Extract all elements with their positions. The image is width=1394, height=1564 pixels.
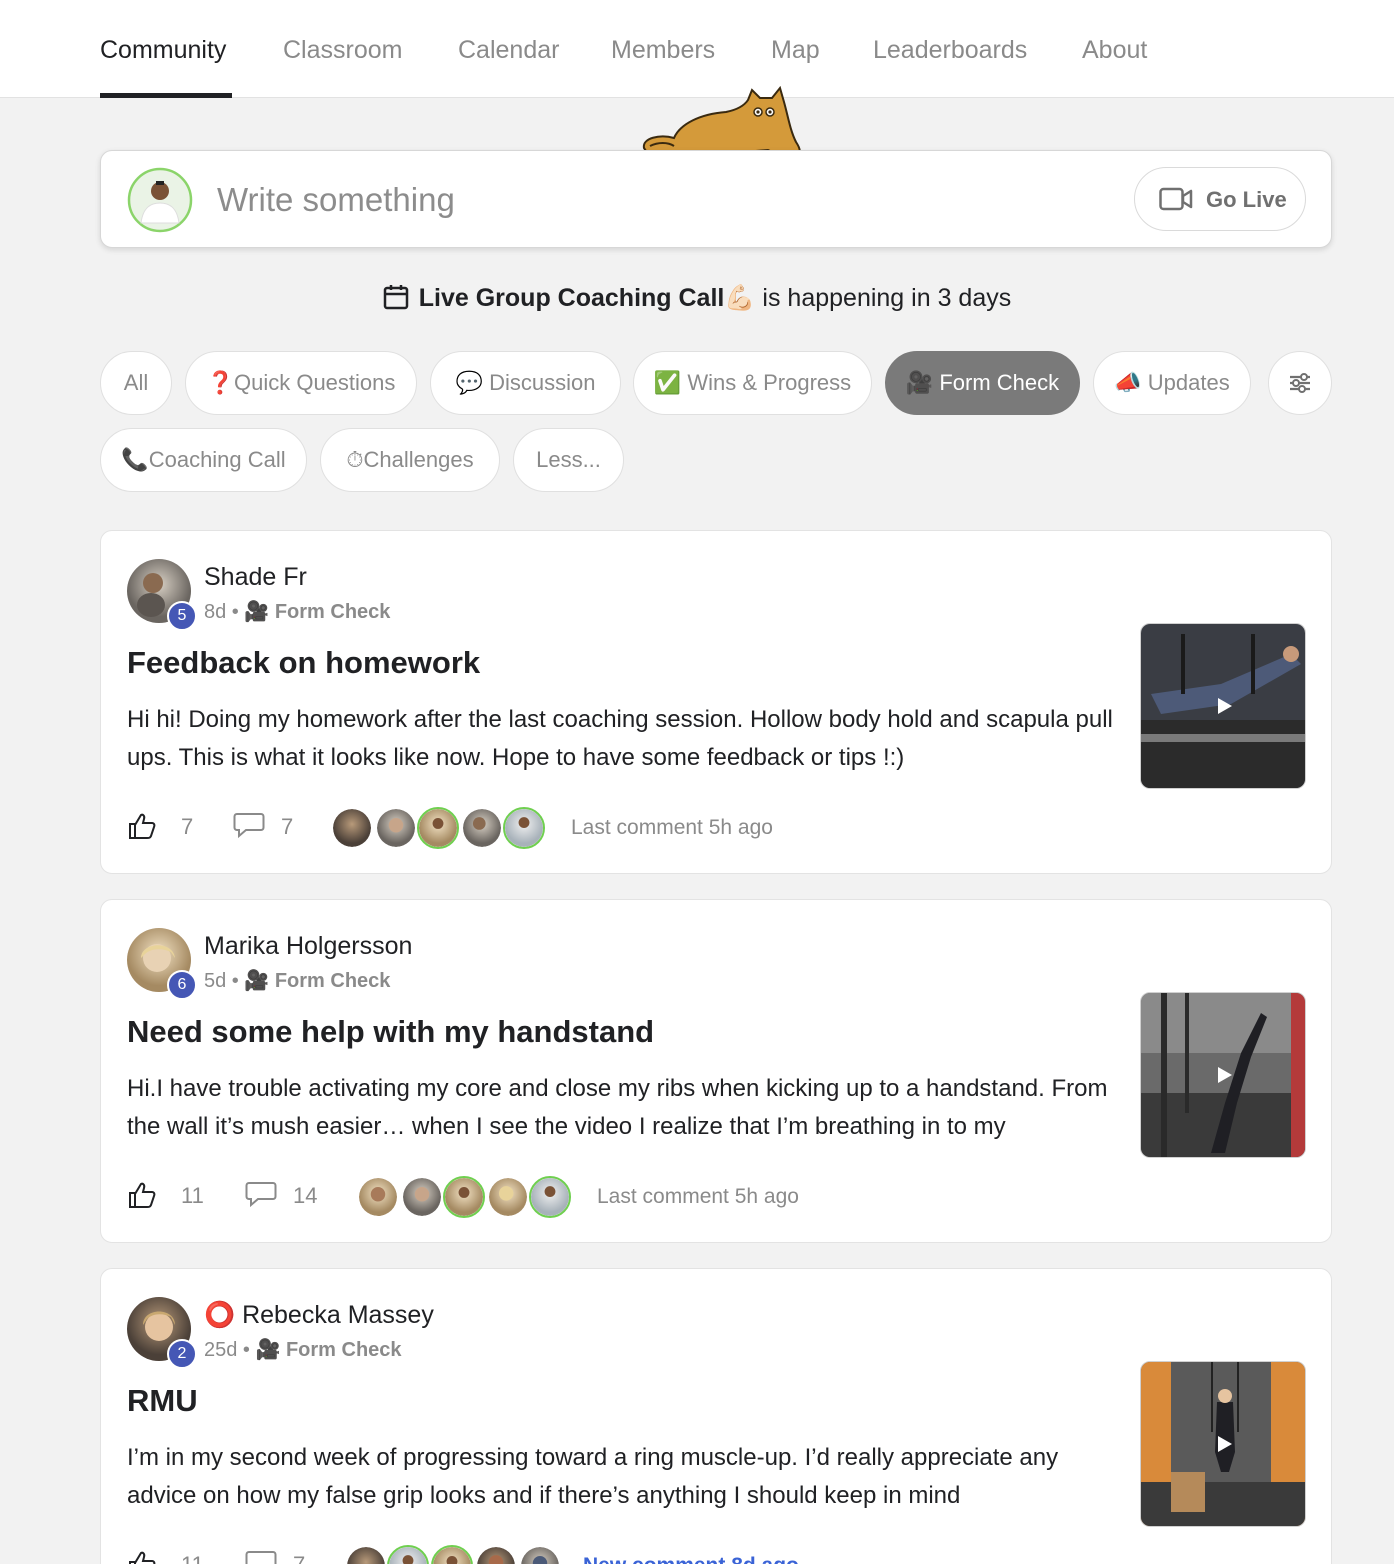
commenter-avatar[interactable] xyxy=(401,1176,443,1218)
video-thumbnail[interactable] xyxy=(1140,992,1306,1158)
post-meta: 5d • 🎥 Form Check xyxy=(204,970,391,992)
commenter-avatar[interactable] xyxy=(461,807,503,849)
like-icon[interactable] xyxy=(127,811,157,841)
tab-calendar[interactable]: Calendar xyxy=(458,36,559,65)
video-thumbnail[interactable] xyxy=(1140,623,1306,789)
last-comment-time: Last comment 5h ago xyxy=(597,1185,799,1208)
commenter-avatar[interactable] xyxy=(357,1176,399,1218)
filter-all[interactable]: All xyxy=(100,351,172,415)
video-thumbnail[interactable] xyxy=(1140,1361,1306,1527)
comment-icon[interactable] xyxy=(233,811,265,839)
go-live-button[interactable]: Go Live xyxy=(1134,167,1306,231)
video-camera-icon xyxy=(1159,187,1193,211)
filter-coaching-call[interactable]: 📞Coaching Call xyxy=(100,428,307,492)
comment-icon[interactable] xyxy=(245,1180,277,1208)
level-badge: 2 xyxy=(167,1339,197,1369)
post-category[interactable]: 🎥 Form Check xyxy=(244,970,390,992)
comment-count: 7 xyxy=(293,1552,305,1564)
comment-icon[interactable] xyxy=(245,1549,277,1564)
filter-challenges[interactable]: ⏱Challenges xyxy=(320,428,500,492)
post-card[interactable]: 2 ⭕ Rebecka Massey 25d • 🎥 Form Check RM… xyxy=(100,1268,1332,1564)
like-count: 11 xyxy=(181,1552,204,1564)
post-category[interactable]: 🎥 Form Check xyxy=(256,1339,402,1361)
filter-quick-questions[interactable]: ❓Quick Questions xyxy=(185,351,417,415)
sliders-icon xyxy=(1290,373,1310,393)
commenter-avatar[interactable] xyxy=(345,1545,387,1564)
author-name[interactable]: ⭕ Rebecka Massey xyxy=(204,1301,434,1330)
filter-updates[interactable]: 📣 Updates xyxy=(1093,351,1251,415)
post-composer[interactable]: Write something Go Live xyxy=(100,150,1332,248)
filter-less[interactable]: Less... xyxy=(513,428,624,492)
filter-wins-progress[interactable]: ✅ Wins & Progress xyxy=(633,351,872,415)
post-card[interactable]: 5 Shade Fr 8d • 🎥 Form Check Feedback on… xyxy=(100,530,1332,874)
post-body: Hi.I have trouble activating my core and… xyxy=(127,1075,1108,1140)
commenter-avatar[interactable] xyxy=(443,1176,485,1218)
event-countdown: is happening in 3 days xyxy=(755,284,1012,312)
author-name[interactable]: Shade Fr xyxy=(204,563,307,592)
like-icon[interactable] xyxy=(127,1549,157,1564)
play-icon xyxy=(1218,1067,1232,1083)
post-body: Hi hi! Doing my homework after the last … xyxy=(127,706,1113,771)
user-avatar xyxy=(127,167,193,233)
post-meta: 8d • 🎥 Form Check xyxy=(204,601,391,623)
filter-form-check[interactable]: 🎥 Form Check xyxy=(885,351,1080,415)
post-category[interactable]: 🎥 Form Check xyxy=(244,601,390,623)
post-body: I’m in my second week of progressing tow… xyxy=(127,1444,1059,1509)
post-time: 8d xyxy=(204,601,227,623)
comment-count: 14 xyxy=(293,1183,318,1208)
tab-map[interactable]: Map xyxy=(771,36,820,65)
post-time: 25d xyxy=(204,1339,238,1361)
commenter-avatar[interactable] xyxy=(529,1176,571,1218)
tab-community[interactable]: Community xyxy=(100,36,226,65)
post-title[interactable]: Feedback on homework xyxy=(127,645,480,681)
commenter-avatar[interactable] xyxy=(519,1545,561,1564)
post-title[interactable]: Need some help with my handstand xyxy=(127,1014,654,1050)
like-count: 11 xyxy=(181,1183,204,1208)
event-name[interactable]: Live Group Coaching Call💪🏻 xyxy=(419,284,756,312)
commenter-avatar[interactable] xyxy=(503,807,545,849)
like-count: 7 xyxy=(181,814,194,839)
write-something-input[interactable]: Write something xyxy=(217,181,455,219)
play-icon xyxy=(1218,698,1232,714)
tab-about[interactable]: About xyxy=(1082,36,1147,65)
top-nav: Community Classroom Calendar Members Map… xyxy=(0,0,1394,98)
post-title[interactable]: RMU xyxy=(127,1383,198,1419)
level-badge: 5 xyxy=(167,601,197,631)
post-meta: 25d • 🎥 Form Check xyxy=(204,1339,402,1361)
comment-count: 7 xyxy=(281,814,294,839)
tab-leaderboards[interactable]: Leaderboards xyxy=(873,36,1027,65)
active-tab-indicator xyxy=(100,93,232,98)
event-banner[interactable]: Live Group Coaching Call💪🏻 is happening … xyxy=(0,284,1394,313)
last-comment-time: Last comment 5h ago xyxy=(571,816,773,839)
commenter-avatar[interactable] xyxy=(375,807,417,849)
tab-members[interactable]: Members xyxy=(611,36,715,65)
calendar-icon xyxy=(383,285,409,310)
commenter-avatar[interactable] xyxy=(417,807,459,849)
post-card[interactable]: 6 Marika Holgersson 5d • 🎥 Form Check Ne… xyxy=(100,899,1332,1243)
commenter-avatar[interactable] xyxy=(387,1545,429,1564)
commenter-avatar[interactable] xyxy=(487,1176,529,1218)
commenter-avatar[interactable] xyxy=(331,807,373,849)
new-comment-link[interactable]: New comment 8d ago xyxy=(583,1554,799,1564)
commenter-avatar[interactable] xyxy=(475,1545,517,1564)
go-live-label: Go Live xyxy=(1206,187,1287,212)
play-icon xyxy=(1218,1436,1232,1452)
commenter-avatar[interactable] xyxy=(431,1545,473,1564)
author-name[interactable]: Marika Holgersson xyxy=(204,932,412,961)
filter-settings-button[interactable] xyxy=(1268,351,1332,415)
tab-classroom[interactable]: Classroom xyxy=(283,36,402,65)
post-time: 5d xyxy=(204,970,227,992)
level-badge: 6 xyxy=(167,970,197,1000)
filter-discussion[interactable]: 💬 Discussion xyxy=(430,351,621,415)
like-icon[interactable] xyxy=(127,1180,157,1210)
